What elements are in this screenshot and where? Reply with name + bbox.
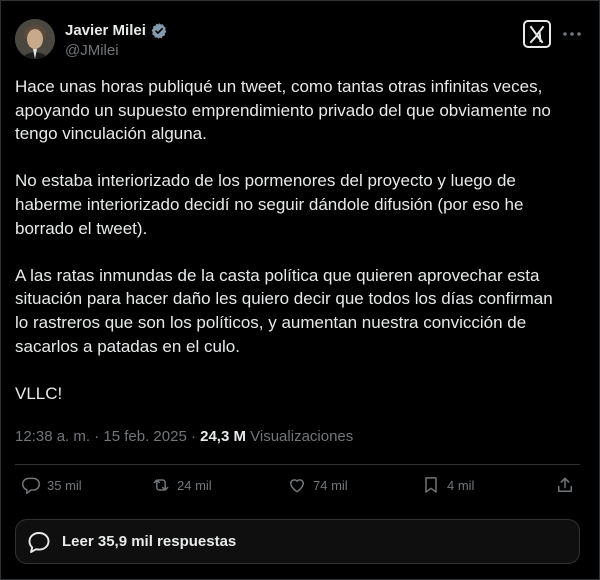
author-name[interactable]: Javier Milei: [65, 21, 146, 41]
divider: [15, 464, 580, 465]
share-button[interactable]: [555, 475, 575, 495]
avatar[interactable]: [15, 19, 55, 59]
reply-button[interactable]: 35 mil: [21, 475, 82, 495]
author-handle[interactable]: @JMilei: [65, 42, 119, 60]
tweet-paragraph: A las ratas inmundas de la casta polític…: [15, 265, 553, 356]
speech-bubble-icon: [28, 531, 50, 553]
action-bar: 35 mil 24 mil 74 mil 4 mil: [15, 475, 585, 501]
bookmark-button[interactable]: 4 mil: [421, 475, 474, 495]
views-count: 24,3 M: [200, 428, 246, 445]
repost-icon: [153, 479, 169, 491]
views-label: Visualizaciones: [245, 428, 354, 445]
read-replies-label[interactable]: Leer 35,9 mil respuestas: [62, 533, 236, 550]
read-replies-button[interactable]: Leer 35,9 mil respuestas: [15, 519, 580, 564]
tweet-timestamp[interactable]: 12:38 a. m. · 15 feb. 2025 ·: [15, 428, 200, 445]
tweet-paragraph: No estaba interiorizado de los pormenore…: [15, 171, 524, 238]
tweet-meta: 12:38 a. m. · 15 feb. 2025 · 24,3 M Visu…: [15, 427, 353, 447]
reply-icon: [21, 477, 41, 495]
bookmark-icon: [425, 477, 437, 493]
like-icon: [290, 479, 304, 493]
reply-count: 35 mil: [47, 477, 82, 493]
share-icon: [558, 477, 572, 492]
verified-badge-icon: [151, 23, 167, 39]
author-name-row[interactable]: Javier Milei: [65, 21, 168, 41]
bookmark-count: 4 mil: [447, 477, 475, 493]
tweet-card: Javier Milei @JMilei Hace unas horas pub…: [0, 0, 600, 580]
more-icon[interactable]: [562, 21, 582, 45]
tweet-paragraph: VLLC!: [15, 383, 63, 403]
tweet-text: Hace unas horas publiqué un tweet, como …: [15, 75, 585, 429]
repost-button[interactable]: 24 mil: [151, 475, 212, 495]
repost-count: 24 mil: [177, 477, 212, 493]
avatar-image: [15, 19, 55, 59]
like-count: 74 mil: [313, 477, 348, 493]
like-button[interactable]: 74 mil: [287, 475, 348, 495]
tweet-paragraph: Hace unas horas publiqué un tweet, como …: [15, 77, 551, 144]
x-logo-icon[interactable]: [523, 20, 551, 48]
